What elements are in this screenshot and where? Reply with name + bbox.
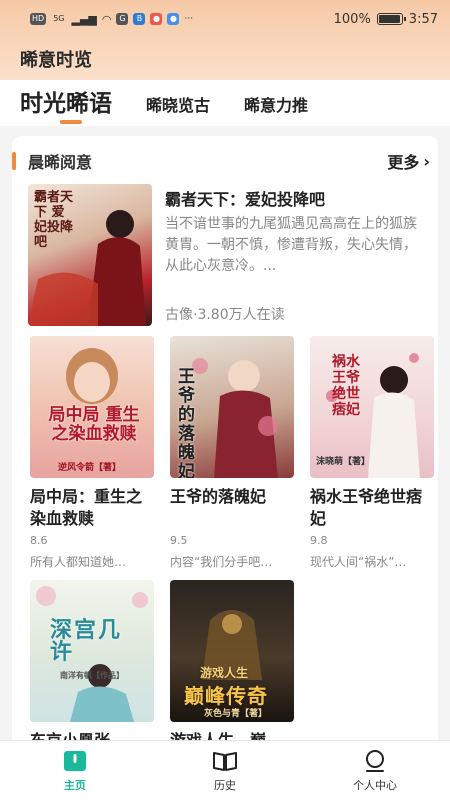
book-cover[interactable]: 游戏人生 巅峰传奇 灰色与青【著】 bbox=[170, 580, 294, 722]
app-header: HD 5G ▂▄▆ ◠ G B ● ● ··· 100% 3:57 晞意时览 bbox=[0, 0, 450, 80]
book-card[interactable]: 游戏人生 巅峰传奇 灰色与青【著】 游戏人生，巅 bbox=[170, 580, 294, 756]
book-card[interactable]: 深宫几许 南洋有帆【作品】 东京小凰张 bbox=[30, 580, 154, 756]
notification-icon-2: ● bbox=[150, 13, 163, 25]
clock: 3:57 bbox=[408, 11, 438, 27]
chevron-right-icon: › bbox=[423, 151, 430, 171]
more-label: 更多 bbox=[387, 153, 420, 172]
cover-title-text: 霸者天下 爱妃投降吧 bbox=[34, 190, 74, 250]
more-link[interactable]: 更多 › bbox=[387, 149, 430, 173]
bottom-nav: 主页 历史 个人中心 bbox=[0, 740, 450, 800]
signal-icon: 5G bbox=[53, 14, 65, 23]
book-title[interactable]: 祸水王爷绝世痞妃 bbox=[310, 486, 434, 530]
nav-home[interactable]: 主页 bbox=[0, 741, 150, 800]
cover-author-text: 南洋有帆【作品】 bbox=[60, 671, 124, 680]
more-dots-icon: ··· bbox=[184, 14, 194, 24]
tab-xiyi[interactable]: 晞意力推 bbox=[244, 92, 308, 126]
book-cover[interactable]: 霸者天下 爱妃投降吧 bbox=[28, 184, 152, 326]
book-cover[interactable]: 王爷的落魄妃 bbox=[170, 336, 294, 478]
book-score: 8.6 bbox=[30, 534, 48, 547]
cover-title-text: 深宫几许 bbox=[50, 618, 123, 665]
hd-icon: HD bbox=[30, 13, 47, 25]
book-card[interactable]: 祸水王爷 绝世痞妃 沫晓萌【著】 祸水王爷绝世痞妃 9.8 现代人间“祸水”… bbox=[310, 336, 434, 570]
cover-title-text: 巅峰传奇 bbox=[184, 684, 268, 708]
book-icon bbox=[212, 749, 238, 773]
book-score: 9.5 bbox=[170, 534, 188, 547]
nav-profile-label: 个人中心 bbox=[353, 778, 397, 792]
book-cover[interactable]: 深宫几许 南洋有帆【作品】 bbox=[30, 580, 154, 722]
notification-icon-3: ● bbox=[167, 13, 180, 25]
battery-icon bbox=[376, 13, 406, 25]
app-title: 晞意时览 bbox=[20, 50, 92, 71]
cover-title-text: 祸水王爷 绝世痞妃 bbox=[332, 354, 360, 418]
tab-bar: 时光晞语 晞晓览古 晞意力推 bbox=[0, 80, 450, 126]
book-desc: 现代人间“祸水”… bbox=[310, 555, 407, 569]
cover-title-text: 王爷的落魄妃 bbox=[178, 367, 195, 479]
status-right: 100% 3:57 bbox=[334, 12, 438, 27]
featured-description: 当不谙世事的九尾狐遇见高高在上的狐族黄胄。一朝不慎，惨遭背叛，失心失情，从此心灰… bbox=[165, 216, 417, 274]
book-score: 9.8 bbox=[310, 534, 328, 547]
section-accent-bar bbox=[12, 152, 16, 170]
book-desc: 所有人都知道她… bbox=[30, 555, 127, 569]
status-bar: HD 5G ▂▄▆ ◠ G B ● ● ··· 100% 3:57 bbox=[0, 0, 450, 38]
book-title[interactable]: 局中局：重生之染血救赎 bbox=[30, 486, 154, 530]
nav-home-label: 主页 bbox=[64, 778, 86, 792]
featured-book[interactable]: 霸者天下 爱妃投降吧 霸者天下：爱妃投降吧 当不谙世事的九尾狐遇见高高在上的狐族… bbox=[28, 184, 428, 326]
cover-author-text: 灰色与青【著】 bbox=[204, 709, 268, 719]
cover-author-text: 沫晓萌【著】 bbox=[316, 457, 371, 467]
user-icon bbox=[362, 749, 388, 773]
content-card: 晨晞阅意 更多 › 霸者天下 爱妃投降吧 霸者天下：爱妃投降吧 当不谙世事的九尾… bbox=[12, 136, 438, 756]
nav-profile[interactable]: 个人中心 bbox=[300, 741, 450, 800]
book-cover[interactable]: 局中局 重生之染血救赎 逆风令箭【著】 bbox=[30, 336, 154, 478]
tab-shiguang[interactable]: 时光晞语 bbox=[20, 84, 112, 126]
section-title: 晨晞阅意 bbox=[28, 153, 93, 172]
status-icons: HD 5G ▂▄▆ ◠ G B ● ● ··· bbox=[30, 13, 193, 26]
cover-subtitle-text: 游戏人生 bbox=[200, 666, 249, 680]
signal-bars-icon: ▂▄▆ bbox=[71, 12, 97, 26]
tab-xixiao[interactable]: 晞晓览古 bbox=[146, 92, 210, 126]
featured-meta: 古像·3.80万人在读 bbox=[165, 307, 285, 323]
wifi-icon: ◠ bbox=[101, 12, 112, 26]
app-badge-icon: G bbox=[116, 13, 129, 25]
battery-percent: 100% bbox=[333, 11, 371, 27]
home-icon bbox=[62, 749, 88, 773]
nav-history[interactable]: 历史 bbox=[150, 741, 300, 800]
book-title[interactable]: 王爷的落魄妃 bbox=[170, 486, 294, 530]
nav-history-label: 历史 bbox=[214, 778, 236, 792]
notification-icon: B bbox=[133, 13, 146, 25]
featured-title[interactable]: 霸者天下：爱妃投降吧 bbox=[165, 186, 325, 210]
book-card[interactable]: 王爷的落魄妃 王爷的落魄妃 9.5 内容“我们分手吧… bbox=[170, 336, 294, 570]
cover-author-text: 逆风令箭【著】 bbox=[58, 463, 122, 473]
section-header: 晨晞阅意 更多 › bbox=[12, 150, 438, 172]
cover-title-text: 局中局 重生之染血救赎 bbox=[48, 405, 140, 444]
book-cover[interactable]: 祸水王爷 绝世痞妃 沫晓萌【著】 bbox=[310, 336, 434, 478]
book-card[interactable]: 局中局 重生之染血救赎 逆风令箭【著】 局中局：重生之染血救赎 8.6 所有人都… bbox=[30, 336, 154, 570]
book-desc: 内容“我们分手吧… bbox=[170, 555, 273, 569]
